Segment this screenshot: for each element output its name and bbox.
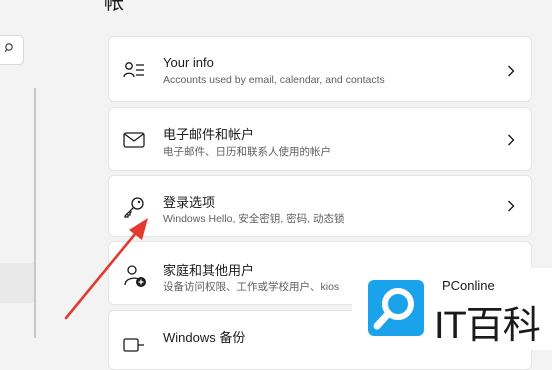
- your-info-card[interactable]: Your info Accounts used by email, calend…: [108, 36, 532, 102]
- sign-in-options-subtitle: Windows Hello, 安全密钥, 密码, 动态锁: [163, 213, 345, 225]
- chevron-right-icon: [508, 200, 515, 212]
- magnifier-logo-icon: [373, 288, 414, 330]
- your-info-subtitle: Accounts used by email, calendar, and co…: [163, 74, 385, 86]
- email-accounts-card[interactable]: 电子邮件和帐户 电子邮件、日历和联系人使用的帐户: [108, 107, 532, 171]
- pconline-logo: [368, 280, 424, 336]
- brand-small-text: PConline: [442, 278, 495, 293]
- family-users-title: 家庭和其他用户: [163, 263, 255, 278]
- family-users-subtitle: 设备访问权限、工作或学校用户、kios: [163, 281, 340, 293]
- brand-large-text: IT百科: [434, 305, 541, 347]
- backup-icon: [123, 338, 144, 352]
- pconline-watermark: PConline IT百科: [352, 268, 552, 350]
- sidebar-item-selected[interactable]: [0, 263, 34, 303]
- search-icon: [5, 43, 13, 53]
- windows-backup-title: Windows 备份: [163, 330, 246, 345]
- sign-in-options-title: 登录选项: [163, 195, 216, 210]
- email-accounts-title: 电子邮件和帐户: [163, 127, 255, 142]
- sidebar: [0, 0, 80, 350]
- person-list-icon: [123, 62, 144, 78]
- your-info-title: Your info: [163, 55, 214, 70]
- sidebar-scrollbar[interactable]: [34, 88, 36, 338]
- chevron-right-icon: [508, 65, 515, 77]
- email-accounts-subtitle: 电子邮件、日历和联系人使用的帐户: [163, 146, 331, 158]
- chevron-right-icon: [508, 134, 515, 146]
- person-add-icon: [124, 265, 146, 287]
- page-title: 帐: [104, 0, 124, 14]
- search-box[interactable]: [0, 35, 24, 65]
- key-icon: [124, 197, 144, 218]
- mail-icon: [123, 132, 145, 148]
- sign-in-options-card[interactable]: 登录选项 Windows Hello, 安全密钥, 密码, 动态锁: [108, 175, 532, 237]
